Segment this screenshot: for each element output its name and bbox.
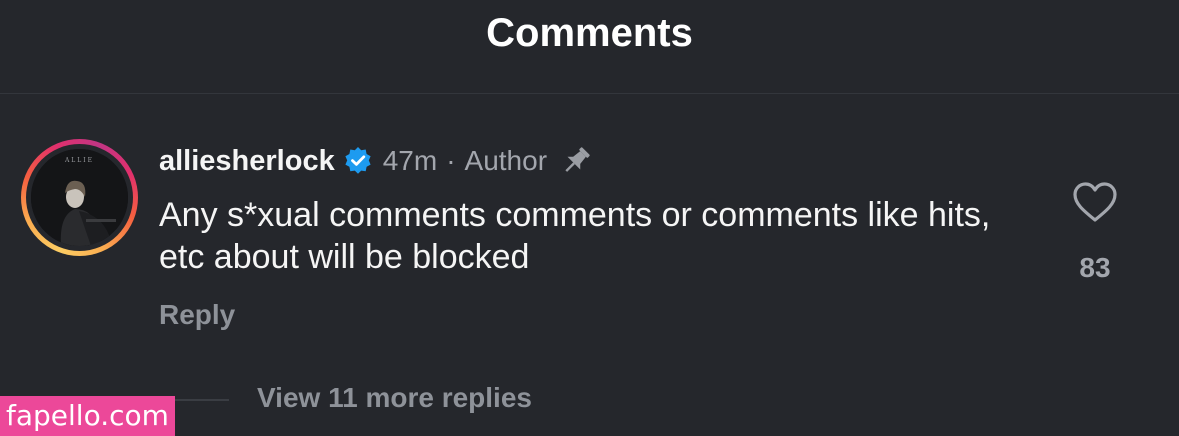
like-count: 83 [1079, 252, 1111, 283]
comment-time: 47m [382, 145, 438, 176]
author-label: Author [464, 145, 548, 176]
comment-meta-row: alliesherlock 47m · Author [159, 141, 593, 181]
reply-button[interactable]: Reply [159, 299, 235, 331]
meta-separator: · [446, 145, 456, 176]
comment-text: Any s*xual comments comments or comments… [159, 196, 991, 276]
username[interactable]: alliesherlock [159, 145, 335, 178]
verified-badge-icon [343, 146, 373, 176]
comments-header: Comments [0, 0, 1179, 94]
pin-icon [559, 144, 593, 178]
heart-outline-icon[interactable] [1070, 178, 1120, 228]
avatar-photo: ALLIE [31, 149, 128, 246]
avatar-text: ALLIE [64, 157, 94, 164]
watermark: fapello.com [0, 396, 175, 436]
view-more-replies-button[interactable]: View 11 more replies [257, 382, 532, 414]
page-title: Comments [486, 11, 693, 55]
avatar[interactable]: ALLIE [21, 139, 138, 256]
